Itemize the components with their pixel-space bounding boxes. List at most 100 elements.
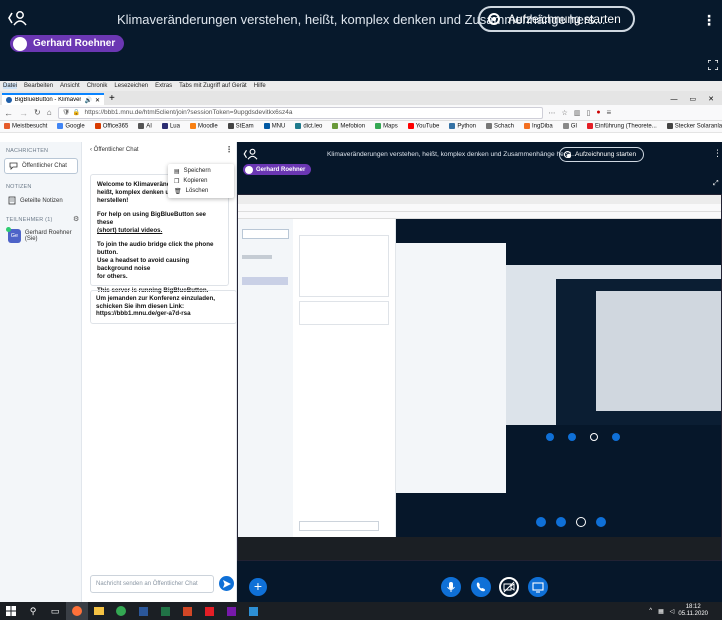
bookmark-label: MNU <box>271 123 286 130</box>
bookmark-item[interactable]: Google <box>57 123 85 130</box>
leave-audio-button[interactable] <box>471 577 491 597</box>
bookmark-label: Stecker Solaranlagen:... <box>674 123 722 130</box>
menu-extras[interactable]: Extras <box>155 83 172 89</box>
powerpoint-icon[interactable] <box>176 602 198 620</box>
chat-message-input[interactable]: Nachricht senden an Öffentlicher Chat <box>90 575 214 593</box>
nested-taskbar <box>238 537 721 560</box>
bookmark-item[interactable]: Moodle <box>189 123 218 130</box>
menu-bearbeiten[interactable]: Bearbeiten <box>24 83 53 89</box>
copy-chat-item[interactable]: ❐ Kopieren <box>168 176 234 186</box>
new-tab-button[interactable]: + <box>104 93 120 105</box>
share-screen-button[interactable] <box>528 577 548 597</box>
participants-header: TEILNEHMER (1) <box>6 217 53 223</box>
start-recording-button[interactable]: Aufzeichnung starten <box>478 6 635 32</box>
file-explorer-icon[interactable] <box>88 602 110 620</box>
menu-chronik[interactable]: Chronik <box>87 83 108 89</box>
inner-record-button[interactable]: Aufzeichnung starten <box>559 147 645 162</box>
bookmark-item[interactable]: Schach <box>486 123 514 130</box>
bookmark-item[interactable]: IngDiba <box>524 123 553 130</box>
chat-options-icon[interactable]: ⋮ <box>225 145 233 154</box>
menu-datei[interactable]: Datei <box>3 83 18 89</box>
user-list-toggle-icon[interactable] <box>8 10 28 26</box>
task-view-icon[interactable]: ▭ <box>44 602 66 620</box>
participant-item[interactable]: Ge Gerhard Roehner (Sie) <box>6 227 81 243</box>
options-menu-icon[interactable]: ⋮ <box>702 12 716 29</box>
invite-link[interactable]: https://bbb1.mnu.de/ger-a7d-rsa <box>96 310 191 317</box>
menu-tabs[interactable]: Tabs mit Zugriff auf Gerät <box>179 83 247 89</box>
tab-close-icon[interactable]: ✕ <box>95 97 100 104</box>
inner-fullscreen-icon[interactable]: ⤢ <box>713 180 719 188</box>
nested-phone-button <box>556 517 566 527</box>
inner-user-list-toggle-icon[interactable] <box>243 148 259 160</box>
bookmark-star-icon[interactable]: ☆ <box>562 109 568 117</box>
bookmark-item[interactable]: Mefobion <box>332 123 365 130</box>
send-message-button[interactable] <box>219 576 234 591</box>
menu-hilfe[interactable]: Hilfe <box>254 83 266 89</box>
bookmark-item[interactable]: AI <box>138 123 152 130</box>
bookmark-item[interactable]: dict.leo <box>295 123 322 130</box>
reload-icon[interactable]: ↻ <box>34 108 41 117</box>
mute-button[interactable] <box>441 577 461 597</box>
bookmark-item[interactable]: StEam <box>227 123 254 130</box>
hamburger-menu-icon[interactable]: ≡ <box>607 108 612 117</box>
clear-chat-item[interactable]: 🗑 Löschen <box>168 186 234 196</box>
search-icon[interactable]: ⚲ <box>22 602 44 620</box>
library-icon[interactable]: ▥ <box>574 109 581 117</box>
page-actions-icon[interactable]: ⋯ <box>549 109 556 117</box>
chat-bubble-icon <box>9 162 18 170</box>
word-icon[interactable] <box>132 602 154 620</box>
app-icon[interactable] <box>242 602 264 620</box>
acrobat-icon[interactable] <box>198 602 220 620</box>
public-chat-item[interactable]: Öffentlicher Chat <box>4 158 78 174</box>
inner-options-icon[interactable]: ⋮ <box>713 148 722 159</box>
chrome-icon[interactable] <box>110 602 132 620</box>
bookmark-item[interactable]: Maps <box>375 123 398 130</box>
nested-invite-card <box>299 301 389 325</box>
address-bar[interactable]: 🛡 🔒 https://bbb1.mnu.de/html5client/join… <box>57 106 543 119</box>
maximize-icon[interactable]: ▭ <box>690 95 697 103</box>
bookmark-item[interactable]: YouTube <box>407 123 439 130</box>
minimize-icon[interactable]: — <box>671 96 678 103</box>
excel-icon[interactable] <box>154 602 176 620</box>
volume-icon[interactable]: ◁ <box>670 608 675 615</box>
bbb-app: NACHRICHTEN Öffentlicher Chat NOTIZEN Ge… <box>0 142 722 602</box>
network-icon[interactable]: ▦ <box>658 608 664 615</box>
chat-panel: ‹ Öffentlicher Chat ⋮ Welcome to Klimave… <box>82 142 237 602</box>
home-icon[interactable]: ⌂ <box>47 108 52 117</box>
bookmark-item[interactable]: MNU <box>263 123 286 130</box>
back-icon[interactable]: ← <box>4 108 13 118</box>
participants-settings-icon[interactable]: ⚙ <box>73 215 79 223</box>
window-controls: — ▭ ✕ <box>671 93 722 105</box>
onenote-icon[interactable] <box>220 602 242 620</box>
tray-chevron-icon[interactable]: ^ <box>649 608 652 614</box>
monitor-icon <box>532 582 544 593</box>
clock[interactable]: 18:12 05.11.2020 <box>678 604 722 618</box>
bookmark-item[interactable]: Stecker Solaranlagen:... <box>666 123 722 130</box>
tab-strip: BigBlueButton - Klimaverä 🔊 ✕ + — ▭ ✕ <box>0 91 722 105</box>
menu-ansicht[interactable]: Ansicht <box>60 83 80 89</box>
menu-lesezeichen[interactable]: Lesezeichen <box>114 83 148 89</box>
bookmark-item[interactable]: GI <box>562 123 577 130</box>
bookmark-item[interactable]: Lua <box>161 123 180 130</box>
tab-bigbluebutton[interactable]: BigBlueButton - Klimaverä 🔊 ✕ <box>2 93 104 105</box>
actions-plus-button[interactable]: + <box>249 578 267 596</box>
bookmark-favicon-icon <box>263 123 270 130</box>
bookmark-item[interactable]: Python <box>449 123 476 130</box>
forward-icon[interactable]: → <box>19 108 28 118</box>
save-chat-item[interactable]: ▤ Speichern <box>168 166 234 176</box>
presenter-name: Gerhard Roehner <box>33 38 116 49</box>
bookmark-item[interactable]: Einführung (Theorete... <box>587 123 657 130</box>
sidebar-icon[interactable]: ▯ <box>586 109 590 117</box>
extension-icon[interactable]: ● <box>596 109 600 116</box>
share-webcam-button[interactable] <box>499 577 519 597</box>
close-window-icon[interactable]: ✕ <box>708 95 714 103</box>
windows-start-icon[interactable] <box>0 602 22 620</box>
bookmark-item[interactable]: Meistbesucht <box>4 123 47 130</box>
chat-header[interactable]: ‹ Öffentlicher Chat <box>90 147 139 153</box>
fullscreen-icon[interactable] <box>708 60 718 70</box>
bookmark-label: Python <box>457 123 476 130</box>
bookmark-favicon-icon <box>161 123 168 130</box>
firefox-icon[interactable] <box>66 602 88 620</box>
shared-notes-item[interactable]: Geteilte Notizen <box>8 196 63 205</box>
bookmark-item[interactable]: Office365 <box>94 123 128 130</box>
